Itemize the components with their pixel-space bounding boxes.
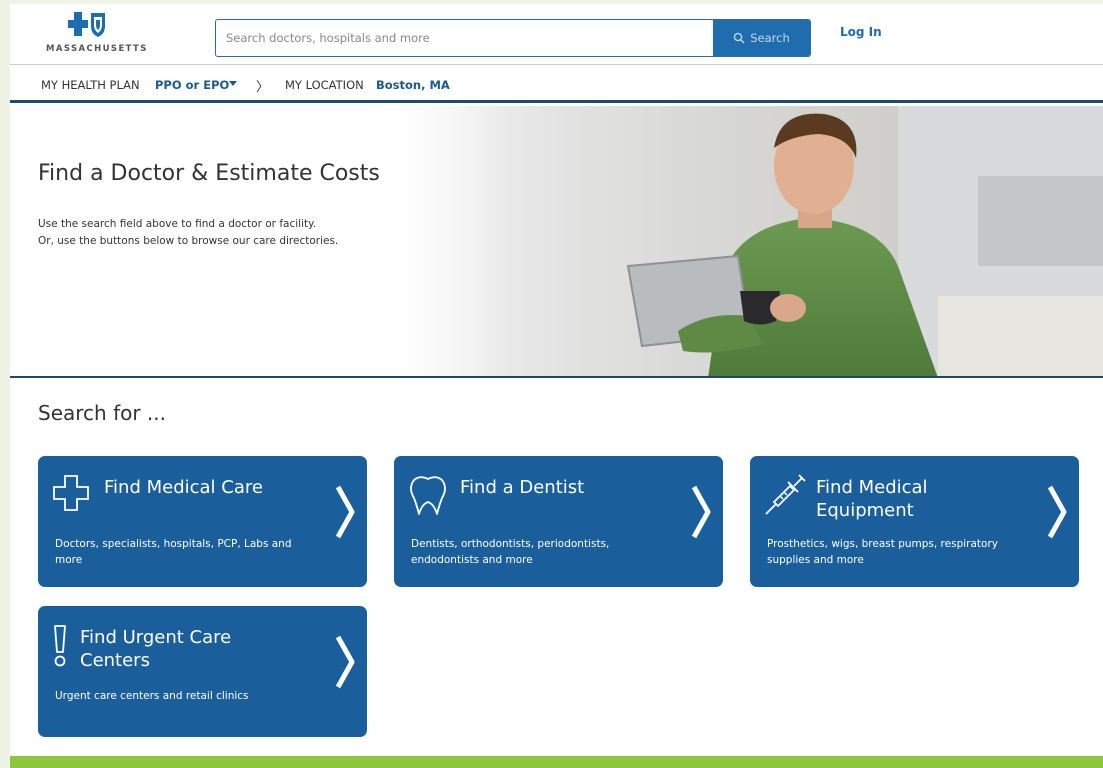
card-description: Urgent care centers and retail clinics: [55, 690, 249, 702]
health-plan-label: MY HEALTH PLAN: [41, 78, 140, 92]
chevron-right-icon: [335, 635, 355, 689]
breadcrumb-separator: 〉: [256, 80, 270, 95]
search-button[interactable]: Search: [713, 20, 810, 56]
card-title: Find Urgent Care Centers: [80, 627, 232, 671]
cross-shield-logo-icon: [68, 12, 105, 37]
section-title: Search for ...: [38, 401, 166, 425]
man-with-tablet-photo: [378, 106, 1103, 376]
logo-text: MASSACHUSETTS: [46, 44, 148, 54]
health-plan-selector[interactable]: PPO or EPO: [155, 78, 229, 92]
hero-title: Find a Doctor & Estimate Costs: [38, 161, 380, 186]
bcbs-logo[interactable]: MASSACHUSETTS: [38, 12, 150, 56]
medical-cross-icon: [53, 475, 89, 511]
hero-photo: [378, 106, 1103, 376]
caret-down-icon[interactable]: [229, 81, 237, 86]
card-title: Find Medical Care: [104, 477, 263, 498]
search-button-label: Search: [750, 31, 790, 45]
login-link[interactable]: Log In: [840, 25, 882, 39]
card-find-a-dentist[interactable]: Find a Dentist Dentists, orthodontists, …: [394, 456, 723, 587]
location-selector[interactable]: Boston, MA: [376, 78, 450, 92]
card-description: Prosthetics, wigs, breast pumps, respira…: [767, 538, 998, 566]
tooth-icon: [410, 476, 446, 515]
chevron-right-icon: [691, 485, 711, 539]
hero-banner: Find a Doctor & Estimate Costs Use the s…: [10, 106, 1103, 378]
card-title: Find a Dentist: [460, 477, 585, 498]
site-header: MASSACHUSETTS Search Log In: [10, 4, 1103, 65]
bottom-green-bar: [10, 756, 1103, 768]
card-description: Dentists, orthodontists, periodontists, …: [411, 538, 610, 566]
chevron-right-icon: [1047, 485, 1067, 539]
hero-line-1: Use the search field above to find a doc…: [38, 218, 317, 230]
search-icon: [733, 32, 745, 44]
card-find-medical-equipment[interactable]: Find Medical Equipment Prosthetics, wigs…: [750, 456, 1079, 587]
card-find-medical-care[interactable]: Find Medical Care Doctors, specialists, …: [38, 456, 367, 587]
plan-location-bar: MY HEALTH PLAN PPO or EPO 〉 MY LOCATION …: [10, 66, 1103, 103]
hero-line-2: Or, use the buttons below to browse our …: [38, 235, 339, 247]
chevron-right-icon: [335, 485, 355, 539]
search-box: Search: [215, 19, 811, 57]
card-description: Doctors, specialists, hospitals, PCP, La…: [55, 538, 292, 566]
location-label: MY LOCATION: [285, 78, 364, 92]
hero-description: Use the search field above to find a doc…: [38, 216, 398, 250]
card-find-urgent-care[interactable]: Find Urgent Care Centers Urgent care cen…: [38, 606, 367, 737]
card-title: Find Medical Equipment: [816, 477, 928, 521]
search-input[interactable]: [216, 20, 710, 56]
exclamation-icon: [54, 625, 66, 667]
page: MASSACHUSETTS Search Log In MY HEALTH PL…: [10, 4, 1103, 756]
syringe-icon: [765, 474, 806, 515]
